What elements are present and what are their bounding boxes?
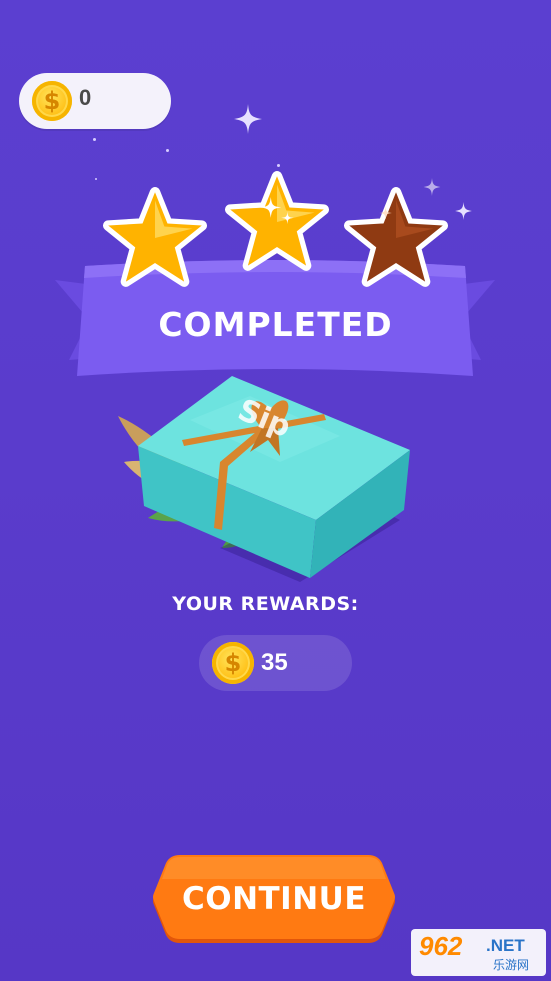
star-icon <box>225 171 329 271</box>
gift-box-icon: Sip <box>118 376 410 582</box>
coin-icon: $ <box>32 81 72 121</box>
reward-amount: 35 <box>261 649 288 676</box>
sparkle-icon <box>234 104 262 134</box>
rewards-label: YOUR REWARDS: <box>172 593 359 615</box>
watermark-sub: 乐游网 <box>493 958 530 972</box>
sparkle-dot <box>277 164 280 167</box>
watermark-main: 962 <box>419 931 463 961</box>
watermark-logo: 962 .NET 乐游网 <box>411 929 546 976</box>
coin-counter: $ 0 <box>19 73 171 129</box>
sparkle-dot <box>95 178 97 180</box>
sparkle-dot <box>166 149 169 152</box>
continue-button[interactable]: CONTINUE <box>150 855 398 945</box>
star-icon <box>103 187 207 287</box>
sparkle-dot <box>93 138 96 141</box>
sparkle-icon <box>455 202 472 220</box>
reward-amount-pill: $ 35 <box>199 635 352 691</box>
star-icon <box>344 187 448 287</box>
coin-count: 0 <box>79 85 92 110</box>
continue-label: CONTINUE <box>181 881 367 917</box>
result-title: COMPLETED <box>158 305 393 344</box>
watermark-suffix: .NET <box>486 936 525 955</box>
coin-icon: $ <box>212 642 254 684</box>
